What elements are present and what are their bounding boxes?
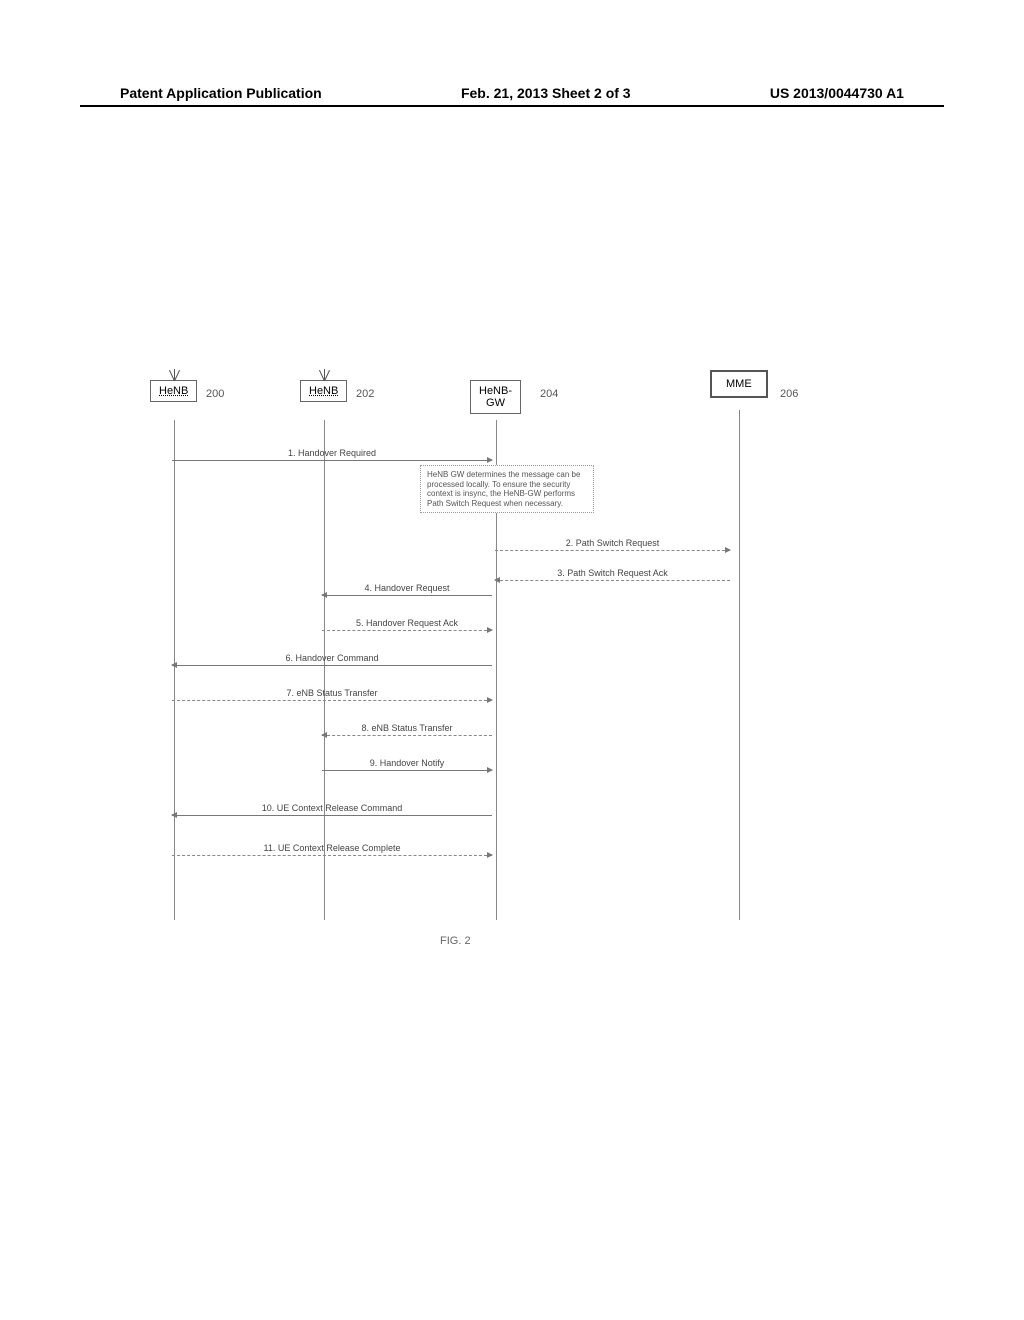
msg-10-label: 10. UE Context Release Command	[172, 803, 492, 813]
msg-1-label: 1. Handover Required	[172, 448, 492, 458]
lifeline-line	[739, 410, 740, 920]
lifeline-henb-202: HeNB 202	[300, 380, 347, 402]
header-right: US 2013/0044730 A1	[770, 85, 904, 101]
msg-4-label: 4. Handover Request	[322, 583, 492, 593]
msg-6: 6. Handover Command	[172, 665, 492, 679]
msg-5-label: 5. Handover Request Ack	[322, 618, 492, 628]
header-rule	[80, 105, 944, 107]
msg-9: 9. Handover Notify	[322, 770, 492, 784]
ref-202: 202	[356, 388, 374, 400]
msg-3-label: 3. Path Switch Request Ack	[495, 568, 730, 578]
msg-7: 7. eNB Status Transfer	[172, 700, 492, 714]
msg-7-label: 7. eNB Status Transfer	[172, 688, 492, 698]
lifeline-mme: MME 206	[710, 380, 768, 408]
msg-8-label: 8. eNB Status Transfer	[322, 723, 492, 733]
node-label: HeNB	[309, 385, 338, 397]
ref-200: 200	[206, 388, 224, 400]
lifeline-henb-200: HeNB 200	[150, 380, 197, 402]
msg-11-label: 11. UE Context Release Complete	[172, 843, 492, 853]
node-henb-200: HeNB	[150, 380, 197, 402]
lifeline-henb-gw: HeNB- GW 204	[470, 380, 521, 414]
ref-206: 206	[780, 388, 798, 400]
msg-2-label: 2. Path Switch Request	[495, 538, 730, 548]
note-text: HeNB GW determines the message can be pr…	[427, 470, 580, 508]
node-henb-gw: HeNB- GW	[470, 380, 521, 414]
msg-8: 8. eNB Status Transfer	[322, 735, 492, 749]
node-label: HeNB	[159, 385, 188, 397]
page: Patent Application Publication Feb. 21, …	[0, 0, 1024, 1320]
header-mid: Feb. 21, 2013 Sheet 2 of 3	[461, 85, 631, 101]
ref-204: 204	[540, 388, 558, 400]
msg-10: 10. UE Context Release Command	[172, 815, 492, 829]
page-header: Patent Application Publication Feb. 21, …	[120, 85, 904, 101]
header-left: Patent Application Publication	[120, 85, 322, 101]
msg-2: 2. Path Switch Request	[495, 550, 730, 564]
antenna-icon	[168, 369, 180, 381]
sequence-diagram: HeNB 200 HeNB 202 HeNB- GW 204 MME 206	[150, 380, 870, 980]
node-mme: MME	[710, 370, 768, 398]
msg-9-label: 9. Handover Notify	[322, 758, 492, 768]
msg-4: 4. Handover Request	[322, 595, 492, 609]
msg-5: 5. Handover Request Ack	[322, 630, 492, 644]
figure-label: FIG. 2	[440, 935, 471, 947]
msg-1: 1. Handover Required	[172, 460, 492, 474]
node-henb-202: HeNB	[300, 380, 347, 402]
msg-6-label: 6. Handover Command	[172, 653, 492, 663]
msg-11: 11. UE Context Release Complete	[172, 855, 492, 869]
antenna-icon	[318, 369, 330, 381]
msg-3: 3. Path Switch Request Ack	[495, 580, 730, 594]
